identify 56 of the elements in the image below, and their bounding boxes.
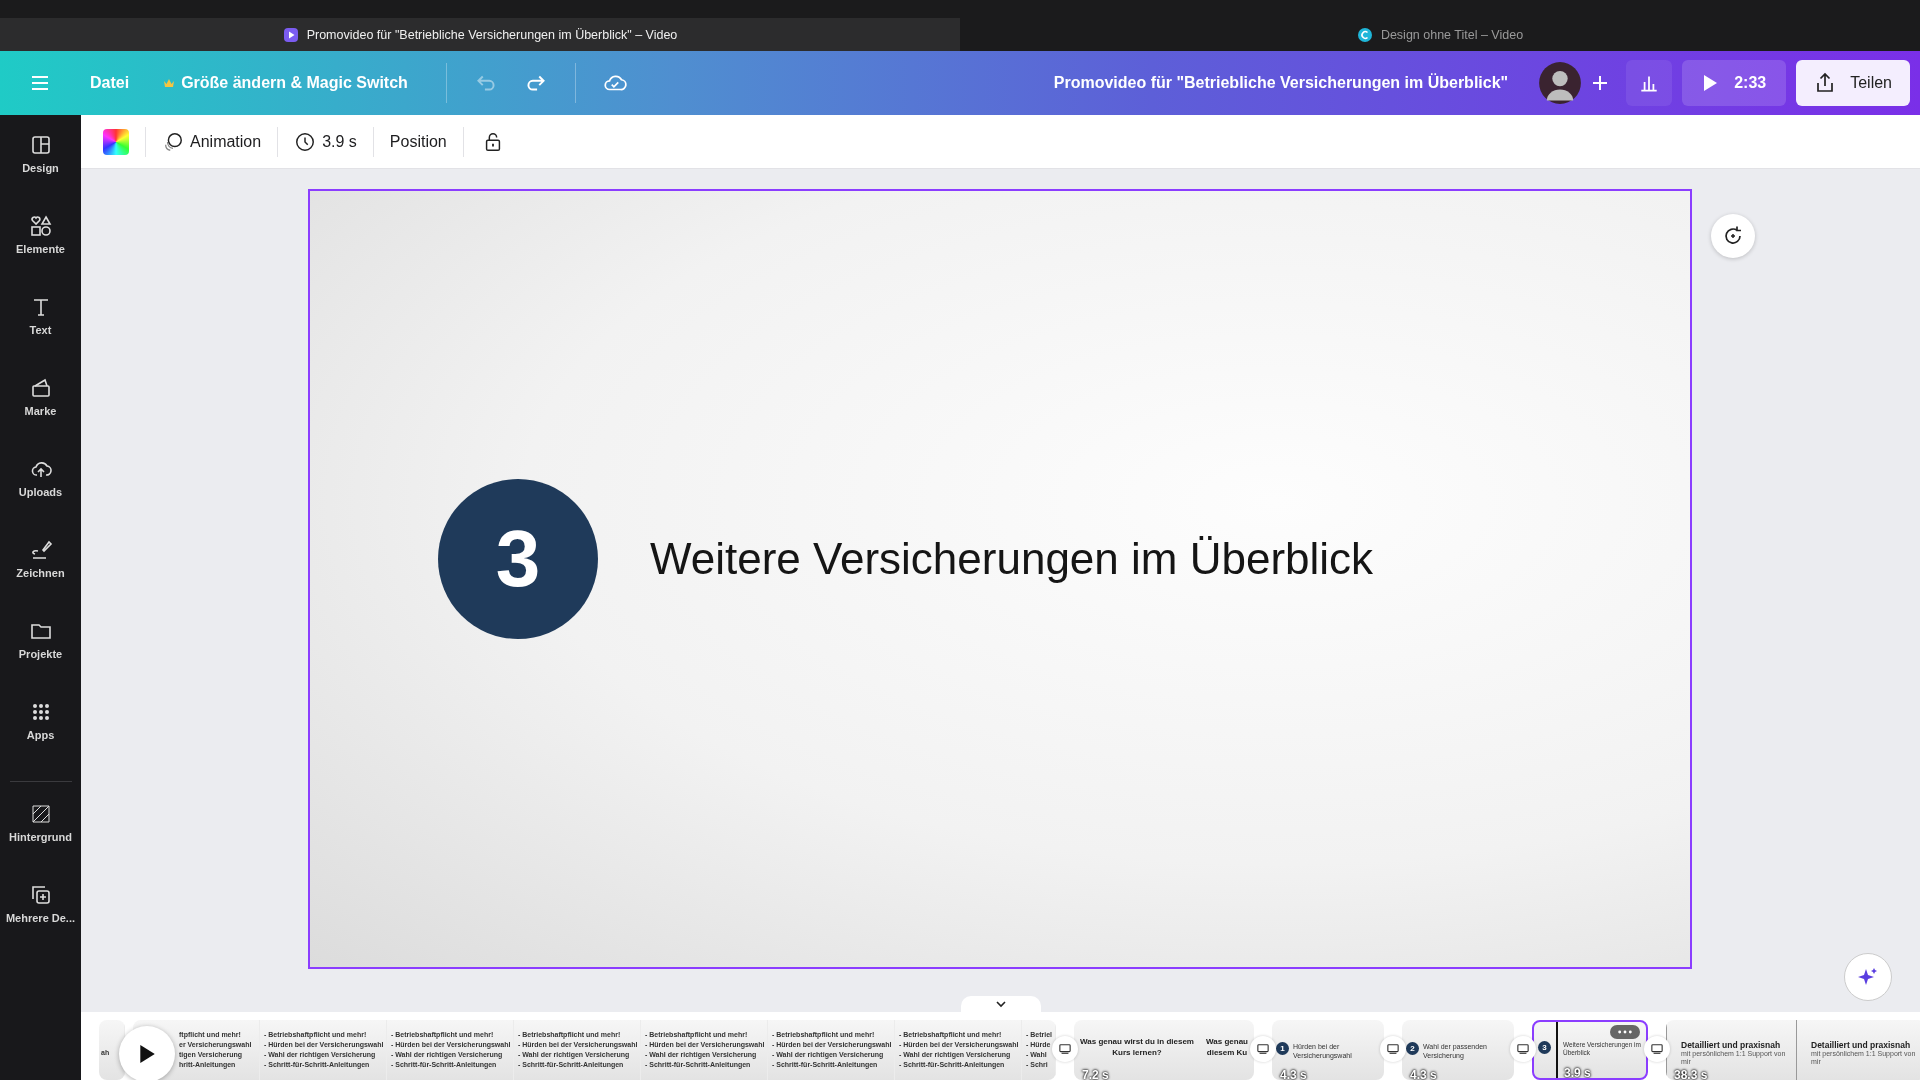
clip-duration: 4.3 s [1410,1068,1437,1080]
share-button[interactable]: Teilen [1796,60,1910,106]
sidebar-item[interactable]: Elemente [0,214,81,295]
sidebar-item[interactable]: Zeichnen [0,538,81,619]
document-title[interactable]: Promovideo für "Betriebliche Versicherungen im Überblick" [1053,74,1509,92]
sidebar-item[interactable]: Text [0,295,81,376]
comment-button[interactable] [1711,214,1755,258]
insights-button[interactable] [1626,60,1673,106]
transition-icon [1256,1043,1270,1055]
number-badge: 3 [1538,1041,1551,1054]
transition-icon [1386,1043,1400,1055]
more-button[interactable] [1610,1025,1640,1039]
thumbnail-text: diesem Ku [1205,1047,1249,1058]
thumbnail-text: Was genau [1205,1036,1249,1047]
sidebar-item[interactable]: Design [0,133,81,214]
transition-icon [1516,1043,1530,1055]
clock-icon [294,130,317,153]
play-icon [1702,74,1719,92]
color-picker[interactable] [103,128,129,155]
sidebar-item[interactable]: Uploads [0,457,81,538]
more-icon [1617,1030,1633,1034]
slide-heading: Weitere Versicherungen im Überblick [650,534,1374,584]
clip-duration: 7.2 s [1082,1068,1109,1080]
sidebar-item[interactable]: Mehrere De... [0,883,81,964]
app-logo-icon [1356,26,1373,43]
duration-button[interactable]: 3.9 s [286,124,365,159]
sidebar-item[interactable]: Projekte [0,619,81,700]
timeline-clip[interactable] [133,1020,1056,1080]
clip-duration: 3.9 s [1564,1066,1591,1078]
avatar-icon[interactable] [1538,61,1583,105]
thumbnail-text: Was genau wirst du in diesem Kurs lernen? [1079,1036,1195,1058]
number-badge: 2 [1406,1042,1419,1055]
chevron-down-icon [995,1000,1007,1008]
thumbnail-text: Detailliert und praxisnah [1681,1040,1782,1050]
number-badge: 3 [438,479,598,639]
transition-icon [1650,1043,1664,1055]
transition-icon [1058,1043,1072,1055]
number-badge: 1 [1276,1042,1289,1055]
shapes-icon [28,214,53,238]
sidebar-item[interactable]: Marke [0,376,81,457]
sidebar-item[interactable]: Apps [0,700,81,781]
timeline-clip[interactable]: Was genau wirst du in diesem Kurs lernen? Was genau diesem Ku 7.2 s [1074,1020,1254,1080]
position-button[interactable]: Position [381,126,455,157]
browser-tab[interactable]: Promovideo für "Betriebliche Versicherungen im Überblick" – Video [0,18,960,51]
slide-canvas[interactable]: 3 Weitere Versicherungen im Überblick [308,189,1692,969]
magic-button[interactable] [1844,953,1892,1001]
play-button[interactable]: 2:33 [1682,60,1787,106]
clip-duration: 4.3 s [1280,1068,1307,1080]
sidebar-item[interactable]: Hintergrund [0,802,81,883]
clip-duration: 38.3 s [1674,1068,1708,1080]
animation-icon [162,130,184,153]
thumbnail-text: Detailliert und praxisnah [1811,1040,1912,1050]
animation-button[interactable]: Animation [154,124,270,159]
play-icon [138,1044,156,1064]
video-app-icon [282,26,299,43]
crown-icon [163,78,176,88]
